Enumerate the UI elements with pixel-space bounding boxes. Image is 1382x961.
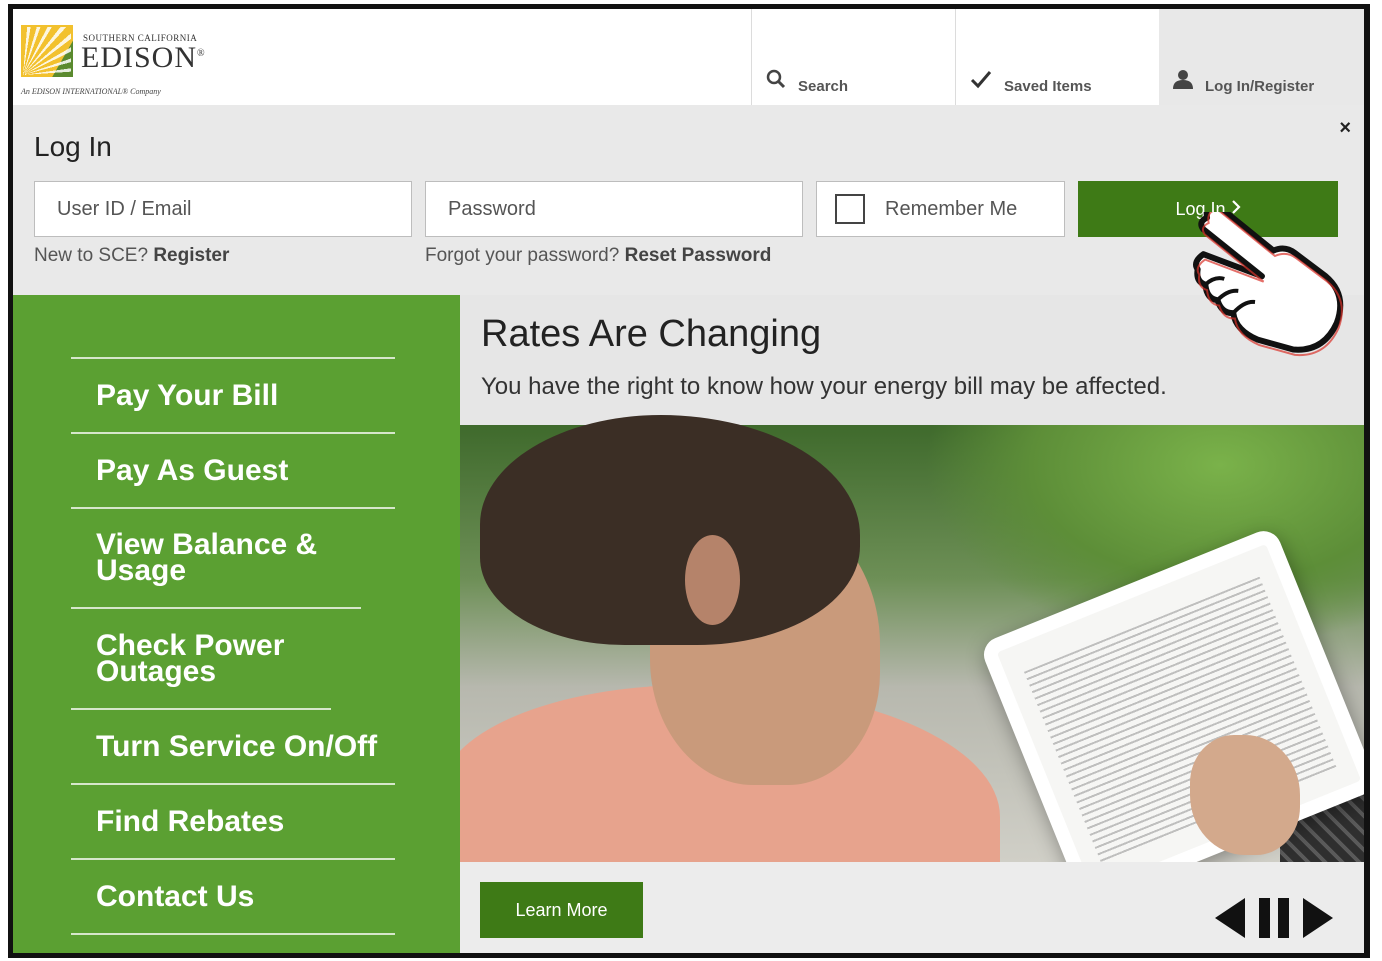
login-register-label: Log In/Register — [1205, 78, 1315, 95]
saved-items-tab[interactable]: Saved Items — [955, 9, 1159, 105]
close-icon[interactable]: × — [1339, 117, 1351, 140]
quick-links-list: Pay Your Bill Pay As Guest View Balance … — [71, 357, 395, 935]
register-link[interactable]: Register — [153, 245, 229, 266]
user-id-input[interactable]: User ID / Email — [34, 181, 412, 237]
hero-title: Rates Are Changing — [481, 313, 822, 355]
pause-icon[interactable] — [1259, 898, 1289, 938]
register-hint: New to SCE? Register — [34, 245, 230, 266]
login-register-tab[interactable]: Log In/Register — [1159, 9, 1364, 105]
menu-item-check-power-outages[interactable]: Check Power Outages — [71, 609, 331, 710]
reset-password-link[interactable]: Reset Password — [625, 245, 772, 266]
search-tab[interactable]: Search — [751, 9, 955, 105]
sce-logo[interactable]: SOUTHERN CALIFORNIA EDISON® An EDISON IN… — [21, 25, 221, 96]
logo-name: EDISON® — [81, 41, 206, 74]
menu-item-pay-as-guest[interactable]: Pay As Guest — [71, 434, 395, 509]
hero-photo — [460, 415, 1364, 925]
search-icon — [766, 69, 786, 95]
browser-frame: SOUTHERN CALIFORNIA EDISON® An EDISON IN… — [8, 4, 1370, 958]
carousel-controls — [1215, 898, 1333, 938]
site-header: SOUTHERN CALIFORNIA EDISON® An EDISON IN… — [13, 9, 1364, 105]
previous-arrow-icon[interactable] — [1215, 898, 1245, 938]
menu-item-view-balance-usage[interactable]: View Balance & Usage — [71, 509, 361, 609]
menu-item-contact-us[interactable]: Contact Us — [71, 860, 395, 935]
remember-me-checkbox[interactable]: Remember Me — [816, 181, 1065, 237]
next-arrow-icon[interactable] — [1303, 898, 1333, 938]
forgot-password-hint: Forgot your password? Reset Password — [425, 245, 772, 266]
pointing-hand-icon — [1193, 212, 1344, 357]
learn-more-button[interactable]: Learn More — [480, 882, 643, 938]
hero-banner: Rates Are Changing You have the right to… — [460, 295, 1364, 953]
login-title: Log In — [34, 131, 112, 162]
search-tab-label: Search — [798, 78, 849, 95]
checkmark-icon — [970, 69, 992, 95]
hero-subtitle: You have the right to know how your ener… — [481, 373, 1167, 400]
menu-item-turn-service-on-off[interactable]: Turn Service On/Off — [71, 710, 395, 785]
saved-items-label: Saved Items — [1004, 78, 1092, 95]
hero-footer: Learn More — [460, 862, 1364, 953]
checkbox-icon[interactable] — [835, 194, 865, 224]
remember-me-label: Remember Me — [885, 197, 1018, 220]
password-input[interactable]: Password — [425, 181, 803, 237]
menu-item-pay-your-bill[interactable]: Pay Your Bill — [71, 359, 395, 434]
user-icon — [1173, 69, 1193, 95]
logo-tagline: An EDISON INTERNATIONAL® Company — [21, 87, 161, 96]
menu-item-find-rebates[interactable]: Find Rebates — [71, 785, 395, 860]
quick-links-menu: Pay Your Bill Pay As Guest View Balance … — [13, 295, 460, 953]
sun-logo-icon — [21, 25, 73, 77]
